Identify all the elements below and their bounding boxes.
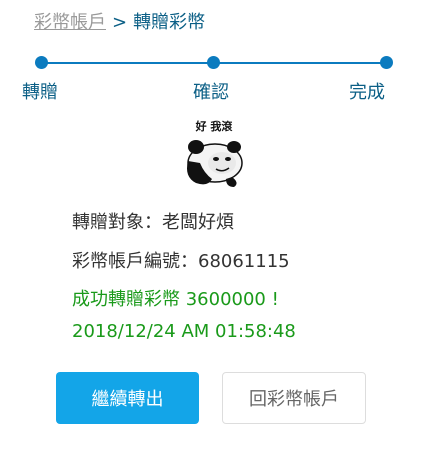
step-dot-transfer (35, 56, 48, 69)
progress-stepper: 轉贈 確認 完成 (0, 50, 439, 110)
step-label-transfer: 轉贈 (22, 82, 58, 103)
account-number-text: 彩幣帳戶編號：68061115 (72, 251, 290, 272)
meme-caption: 好 我滾 (195, 119, 234, 133)
panda-meme-icon: 好 我滾 (187, 119, 243, 187)
breadcrumb-link-coin-account[interactable]: 彩幣帳戶 (34, 12, 106, 33)
breadcrumb-current: 轉贈彩幣 (133, 12, 206, 33)
back-to-account-button[interactable]: 回彩幣帳戶 (222, 372, 366, 424)
step-label-complete: 完成 (349, 82, 385, 103)
step-dot-complete (380, 56, 393, 69)
breadcrumb-separator: > (112, 12, 128, 33)
recipient-text: 轉贈對象：老闆好煩 (72, 212, 234, 233)
transaction-timestamp: 2018/12/24 AM 01:58:48 (72, 321, 296, 342)
step-label-confirm: 確認 (193, 82, 229, 103)
continue-transfer-button[interactable]: 繼續轉出 (56, 372, 199, 424)
step-dot-confirm (207, 56, 220, 69)
success-message: 成功轉贈彩幣 3600000 ! (72, 289, 279, 310)
breadcrumb: 彩幣帳戶 > 轉贈彩幣 (34, 8, 205, 34)
